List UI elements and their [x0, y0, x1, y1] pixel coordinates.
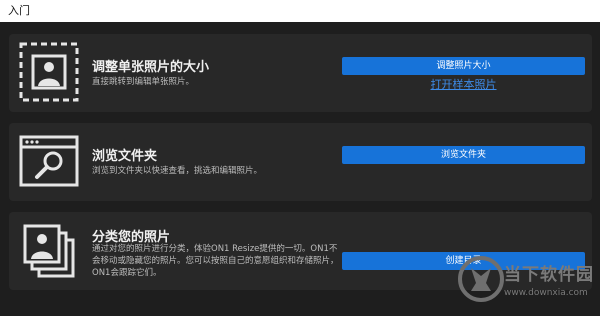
card-description: 通过对您的照片进行分类，体验ON1 Resize提供的一切。ON1不会移动或隐藏… [92, 244, 339, 278]
photo-stack-icon [23, 224, 75, 278]
card-browse-folder: 浏览文件夹 浏览到文件夹以快速查看，挑选和编辑照片。 浏览文件夹 [9, 123, 592, 201]
watermark-logo-icon [458, 256, 504, 302]
browse-folder-icon [19, 135, 79, 187]
browse-folder-button[interactable]: 浏览文件夹 [342, 146, 585, 164]
card-title: 浏览文件夹 [92, 149, 158, 164]
card-description: 浏览到文件夹以快速查看，挑选和编辑照片。 [92, 166, 263, 176]
watermark-text: 当下软件园 [504, 265, 594, 285]
open-sample-photo-link[interactable]: 打开样本照片 [342, 76, 585, 92]
window-titlebar: 入门 [0, 0, 600, 22]
watermark-url: www.downxia.com [504, 288, 588, 298]
card-title: 调整单张照片的大小 [92, 60, 210, 75]
card-resize-single-photo: 调整单张照片的大小 直接跳转到编辑单张照片。 调整照片大小 打开样本照片 [9, 34, 592, 112]
watermark: 当下软件园 www.downxia.com [458, 256, 593, 308]
resize-photo-button[interactable]: 调整照片大小 [342, 57, 585, 75]
window-title: 入门 [8, 4, 30, 17]
resize-photo-icon [19, 42, 79, 102]
card-description: 直接跳转到编辑单张照片。 [92, 77, 195, 87]
